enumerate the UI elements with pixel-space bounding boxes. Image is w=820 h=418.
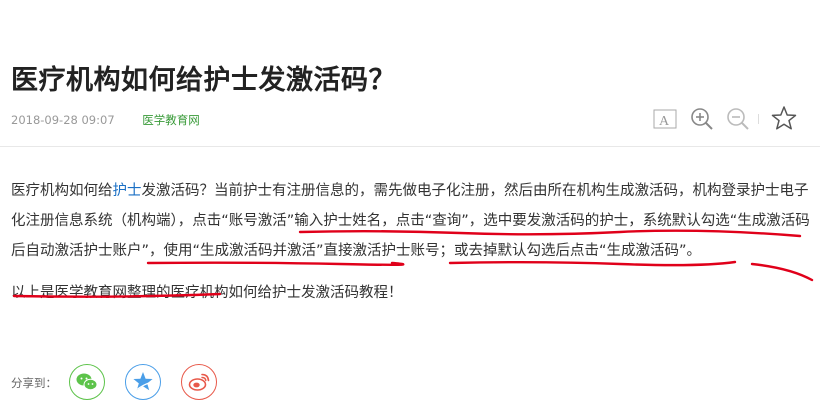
paragraph-1-text-a: 医疗机构如何给 [11,183,113,199]
paragraph-1: 医疗机构如何给护士发激活码？当前护士有注册信息的，需先做电子化注册，然后由所在机… [11,176,811,266]
paragraph-2: 以上是医学教育网整理的医疗机构如何给护士发激活码教程！ [11,285,403,301]
zoom-in-icon[interactable] [688,104,716,134]
weibo-icon [188,373,210,391]
nurse-link[interactable]: 护士 [113,183,142,199]
svg-text:A: A [659,114,670,129]
qzone-star-icon [133,372,153,391]
share-qzone-button[interactable] [125,364,161,400]
share-wechat-button[interactable] [69,364,105,400]
article-toolbar: A [652,104,812,134]
article-body: 医疗机构如何给护士发激活码？当前护士有注册信息的，需先做电子化注册，然后由所在机… [11,176,811,308]
article-title: 医疗机构如何给护士发激活码？ [11,65,396,97]
wechat-icon [76,373,98,391]
toolbar-separator [758,114,759,124]
star-icon[interactable] [770,104,798,134]
font-size-icon[interactable]: A [652,104,680,134]
article-meta: 2018-09-28 09:07 医学教育网 [11,112,200,128]
share-label: 分享到： [11,376,57,390]
meta-divider [0,146,820,147]
publish-date: 2018-09-28 09:07 [11,113,115,127]
share-weibo-button[interactable] [181,364,217,400]
zoom-out-icon[interactable] [724,104,752,134]
article-source: 医学教育网 [142,113,200,127]
